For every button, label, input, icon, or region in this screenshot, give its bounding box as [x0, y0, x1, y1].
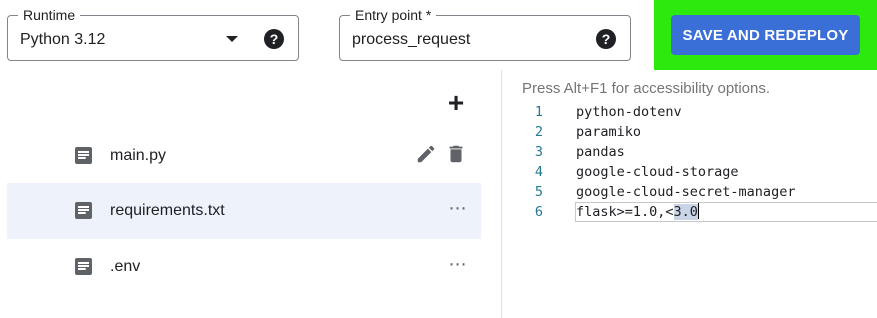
- file-name: .env: [110, 258, 141, 275]
- code-line[interactable]: 3 pandas: [503, 142, 877, 162]
- entry-point-label: Entry point *: [350, 7, 437, 23]
- help-icon[interactable]: ?: [596, 29, 616, 49]
- runtime-select[interactable]: Runtime Python 3.12 ?: [7, 7, 299, 61]
- code-line[interactable]: 1 python-dotenv: [503, 102, 877, 122]
- entry-point-field[interactable]: Entry point * process_request ?: [339, 7, 631, 61]
- file-list-panel: + main.py requirements.txt ⋯ .env ⋯: [0, 70, 502, 318]
- line-number: 1: [534, 104, 543, 120]
- save-and-redeploy-button[interactable]: SAVE AND REDEPLOY: [671, 15, 860, 55]
- runtime-label: Runtime: [18, 7, 81, 23]
- line-text[interactable]: paramiko: [576, 122, 641, 142]
- line-text[interactable]: flask>=1.0,<3.0: [576, 202, 699, 222]
- code-line[interactable]: 4 google-cloud-storage: [503, 162, 877, 182]
- entry-point-input[interactable]: process_request: [352, 29, 470, 51]
- add-file-icon[interactable]: +: [445, 89, 467, 117]
- text-cursor: [697, 203, 699, 219]
- code-line[interactable]: 5 google-cloud-secret-manager: [503, 182, 877, 202]
- delete-icon[interactable]: [445, 143, 467, 165]
- line-number: 6: [534, 204, 543, 220]
- code-line[interactable]: 2 paramiko: [503, 122, 877, 142]
- accessibility-hint: Press Alt+F1 for accessibility options.: [522, 80, 771, 97]
- file-name: requirements.txt: [110, 202, 225, 219]
- more-options-icon[interactable]: ⋯: [447, 255, 467, 275]
- code-line-current[interactable]: 6 flask>=1.0,<3.0: [503, 202, 877, 222]
- edit-icon[interactable]: [415, 143, 437, 165]
- line-number: 2: [534, 124, 543, 140]
- line-text[interactable]: pandas: [576, 142, 625, 162]
- file-row-main-py[interactable]: main.py: [7, 128, 481, 184]
- line-number: 4: [534, 164, 543, 180]
- file-icon: [75, 258, 92, 275]
- file-icon: [75, 202, 92, 219]
- runtime-value: Python 3.12: [20, 31, 106, 48]
- line-number: 3: [534, 144, 543, 160]
- file-row-env[interactable]: .env ⋯: [7, 239, 481, 295]
- dropdown-arrow-icon[interactable]: [226, 36, 238, 42]
- more-options-icon[interactable]: ⋯: [447, 199, 467, 219]
- line-text[interactable]: python-dotenv: [576, 102, 682, 122]
- function-source-editor: Runtime Python 3.12 ? Entry point * proc…: [0, 0, 877, 318]
- help-icon[interactable]: ?: [264, 29, 284, 49]
- file-row-requirements-txt[interactable]: requirements.txt ⋯: [7, 183, 481, 239]
- code-editor[interactable]: Press Alt+F1 for accessibility options. …: [503, 70, 877, 318]
- file-icon: [75, 147, 92, 164]
- line-number: 5: [534, 184, 543, 200]
- line-text[interactable]: google-cloud-secret-manager: [576, 182, 795, 202]
- line-text-before-selection: flask>=1.0,<: [576, 204, 674, 220]
- file-name: main.py: [110, 147, 167, 164]
- text-selection: 3.0: [673, 204, 698, 220]
- line-text[interactable]: google-cloud-storage: [576, 162, 739, 182]
